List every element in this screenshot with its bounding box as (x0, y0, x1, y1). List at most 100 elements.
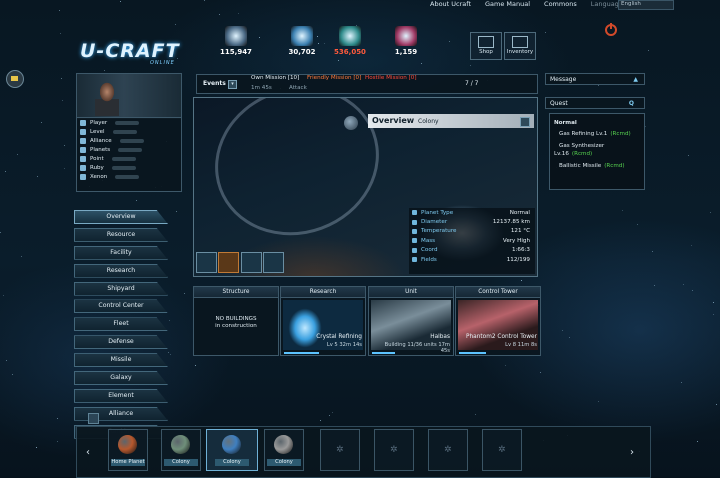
inventory-label: Inventory (506, 49, 534, 55)
resource-value: 536,050 (334, 48, 366, 56)
next-arrow-icon[interactable]: › (630, 447, 634, 458)
info-value: 12137.85 km (492, 219, 530, 226)
quick-button-4-icon[interactable] (263, 252, 284, 273)
expand-icon[interactable] (520, 117, 530, 127)
menu-item-overview[interactable]: Overview (74, 210, 168, 224)
quest-search-icon[interactable]: Q (629, 98, 634, 110)
prev-arrow-icon[interactable]: ‹ (86, 447, 90, 458)
resource-counter: 30,702 (282, 26, 322, 56)
friendly-mission[interactable]: Friendly Mission [0] (307, 75, 361, 81)
menu-toggle-icon[interactable] (88, 413, 99, 424)
crystal-icon (291, 26, 313, 46)
star (561, 329, 563, 331)
star (709, 212, 711, 214)
card-header: Research (281, 287, 365, 298)
menu-item-shipyard[interactable]: Shipyard (74, 281, 168, 296)
menu-item-element[interactable]: Element (74, 388, 168, 403)
message-header[interactable]: Message ▲ (545, 73, 645, 85)
status-card-structure[interactable]: Structure NO BUILDINGS in construction (193, 286, 279, 356)
own-mission[interactable]: Own Mission [10] (251, 75, 299, 81)
info-row: Fields 112/199 (409, 255, 535, 264)
language-dropdown[interactable]: English (618, 0, 674, 10)
card-header: Unit (369, 287, 453, 298)
planet-icon (171, 435, 190, 454)
stat-row: Planets (77, 145, 181, 154)
ruby-icon (395, 26, 417, 46)
menu-item-research[interactable]: Research (74, 263, 168, 278)
info-row: Diameter 12137.85 km (409, 217, 535, 226)
planet-slot[interactable]: Home Planet (108, 429, 148, 471)
shop-button[interactable]: Shop (470, 32, 502, 60)
power-icon[interactable] (605, 23, 617, 36)
planet-slot[interactable]: Colony (264, 429, 304, 471)
quest-text: Ballistic Missile (559, 163, 602, 169)
star (622, 210, 623, 212)
quick-button-1-icon[interactable] (196, 252, 217, 273)
star (175, 210, 177, 212)
info-key: Fields (412, 257, 437, 263)
resource-value: 1,159 (394, 48, 418, 56)
stat-row: Level (77, 127, 181, 136)
empty-planet-slot[interactable]: ✲ (428, 429, 468, 471)
main-menu: Overview Resource Facility Research Shipyard… (74, 210, 168, 443)
about-link[interactable]: About Ucraft (430, 0, 471, 8)
planet-icon (118, 435, 137, 454)
inventory-icon (512, 36, 528, 48)
stat-icon (80, 137, 86, 144)
menu-item-resource[interactable]: Resource (74, 227, 168, 242)
quest-header[interactable]: Quest Q (545, 97, 645, 109)
menu-item-galaxy[interactable]: Galaxy (74, 371, 168, 386)
status-card-control-tower[interactable]: Control Tower Phantom2 Control Tower Lv 8 … (455, 286, 541, 356)
resource-value: 30,702 (288, 48, 316, 56)
events-dropdown[interactable]: ▾ (228, 80, 237, 89)
events-bar: Events ▾ Own Mission [10] Friendly Missi… (196, 74, 538, 94)
quest-item[interactable]: Gas Refining Lv.1 (Rcmd) (554, 130, 640, 138)
stat-row: Alliance (77, 136, 181, 145)
message-icon[interactable]: ▲ (633, 74, 638, 86)
planet-name: Colony (267, 459, 301, 466)
menu-item-control-center[interactable]: Control Center (74, 299, 168, 314)
status-card-unit[interactable]: Unit Halbas Building 11/36 units 17m 45s (368, 286, 454, 356)
empty-planet-slot[interactable]: ✲ (374, 429, 414, 471)
star (713, 313, 715, 315)
chat-icon[interactable] (6, 70, 24, 88)
empty-planet-slot[interactable]: ✲ (320, 429, 360, 471)
hostile-mission[interactable]: Hostile Mission [0] (365, 75, 417, 81)
star (597, 84, 599, 86)
star (59, 32, 61, 34)
logo-subtitle: ONLINE (150, 60, 175, 66)
planet-slot[interactable]: Colony (161, 429, 201, 471)
quest-item[interactable]: Ballistic Missile (Rcmd) (554, 162, 640, 170)
ore-icon (225, 26, 247, 46)
empty-planet-slot[interactable]: ✲ (482, 429, 522, 471)
menu-item-facility[interactable]: Facility (74, 245, 168, 260)
info-key: Temperature (412, 228, 456, 234)
planet-slot[interactable]: Colony (206, 429, 258, 471)
inventory-button[interactable]: Inventory (504, 32, 536, 60)
star (568, 336, 570, 338)
planet-icon (222, 435, 241, 454)
stat-row: Player (77, 118, 181, 127)
info-value: 1:66:3 (511, 247, 530, 254)
progress-bar (372, 352, 396, 354)
info-key: Coord (412, 247, 438, 253)
gear-icon: ✲ (444, 445, 452, 455)
status-card-research[interactable]: Research Crystal Refining Lv 5 32m 14s (280, 286, 366, 356)
menu-item-fleet[interactable]: Fleet (74, 317, 168, 332)
quick-button-3-icon[interactable] (241, 252, 262, 273)
card-status: Lv 5 32m 14s (326, 342, 362, 348)
menu-item-missile[interactable]: Missile (74, 353, 168, 368)
info-value: 112/199 (506, 256, 530, 263)
quick-button-2-icon[interactable] (218, 252, 239, 273)
star (470, 64, 472, 66)
menu-item-defense[interactable]: Defense (74, 335, 168, 350)
commons-link[interactable]: Commons (544, 0, 577, 8)
quest-item[interactable]: Gas Synthesizer Lv.16 (Rcmd) (554, 142, 640, 158)
stat-value-hidden (112, 129, 137, 134)
stat-value-hidden (111, 165, 136, 170)
gas-icon (339, 26, 361, 46)
quest-panel: Normal Gas Refining Lv.1 (Rcmd) Gas Synthe… (549, 113, 645, 190)
player-stats: Player Level Alliance Planets Point Ruby Xenon (76, 117, 182, 192)
empty-message: NO BUILDINGS in construction (215, 316, 257, 329)
game-manual-link[interactable]: Game Manual (485, 0, 530, 8)
